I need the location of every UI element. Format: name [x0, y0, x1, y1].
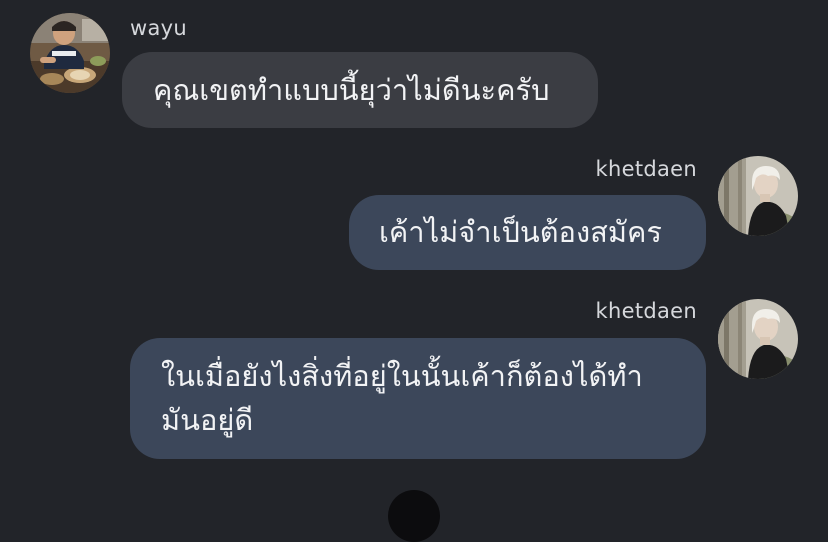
khetdaen-avatar-photo — [718, 156, 798, 236]
message-bubble[interactable]: คุณเขตทำแบบนี้ยุว่าไม่ดีนะครับ — [122, 52, 598, 128]
username-wayu: wayu — [130, 16, 187, 40]
avatar-khetdaen[interactable] — [718, 156, 798, 236]
username-khetdaen: khetdaen — [595, 299, 697, 323]
avatar-wayu[interactable] — [30, 13, 110, 93]
message-bubble[interactable]: ในเมื่อยังไงสิ่งที่อยู่ในนั้นเค้าก็ต้องไ… — [130, 338, 706, 459]
username-khetdaen: khetdaen — [595, 157, 697, 181]
avatar-khetdaen[interactable] — [718, 299, 798, 379]
message-bubble[interactable]: เค้าไม่จำเป็นต้องสมัคร — [349, 195, 706, 270]
wayu-avatar-photo — [30, 13, 110, 93]
khetdaen-avatar-photo — [718, 299, 798, 379]
